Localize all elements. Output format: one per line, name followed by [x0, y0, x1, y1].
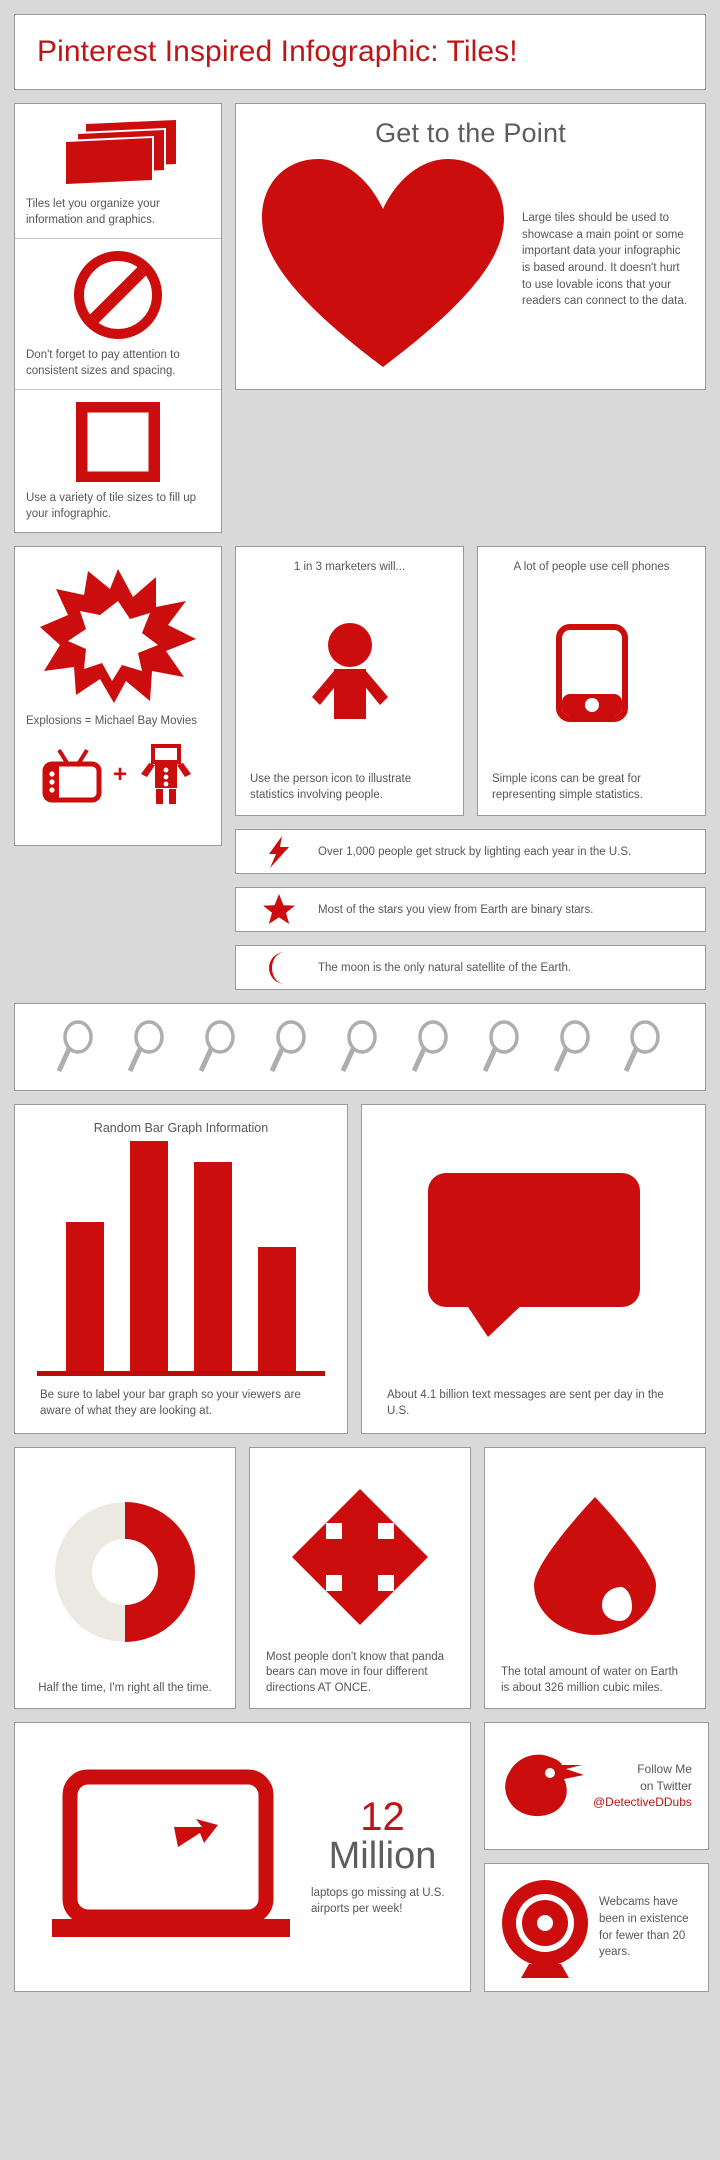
laptop-stat-number: 12 — [360, 1795, 405, 1840]
tile-speech-bubble[interactable]: About 4.1 billion text messages are sent… — [361, 1104, 706, 1435]
row-middle: Explosions = Michael Bay Movies + 1 in 3… — [14, 546, 706, 991]
tile-fact-moon[interactable]: The moon is the only natural satellite o… — [235, 945, 706, 991]
donut-chart-icon — [25, 1464, 225, 1680]
chart-title: Random Bar Graph Information — [93, 1121, 269, 1136]
row-two-up: 1 in 3 marketers will... Use the person … — [235, 546, 706, 817]
hero-title: Get to the Point — [375, 118, 566, 148]
left-column-top: Tiles let you organize your information … — [14, 103, 222, 534]
laptop-stat-unit: Million — [328, 1835, 437, 1878]
twitter-line-2: on Twitter — [640, 1778, 692, 1793]
chart-baseline-axis — [37, 1371, 325, 1377]
tile-fact-star[interactable]: Most of the stars you view from Earth ar… — [235, 887, 706, 933]
chart-plot-area — [29, 1141, 333, 1372]
laptop-icon — [31, 1769, 311, 1945]
tile-caption: Tiles let you organize your information … — [26, 198, 160, 226]
fact-text: Over 1,000 people get struck by lighting… — [318, 845, 632, 858]
tile-explosion[interactable]: Explosions = Michael Bay Movies + — [14, 546, 222, 847]
tile-fact-lightning[interactable]: Over 1,000 people get struck by lighting… — [235, 829, 706, 875]
tile-caption: Don't forget to pay attention to consist… — [26, 349, 180, 377]
fact-text: Most of the stars you view from Earth ar… — [318, 903, 594, 916]
magnifier-icon — [623, 1020, 663, 1074]
magnifier-icon — [553, 1020, 593, 1074]
explosion-icon — [38, 565, 198, 705]
laptop-stat-text: 12 Million laptops go missing at U.S. ai… — [311, 1797, 454, 1917]
tile-caption: Use the person icon to illustrate statis… — [250, 773, 412, 801]
infographic-page: Pinterest Inspired Infographic: Tiles! T… — [0, 0, 720, 2160]
magnifier-icon — [482, 1020, 522, 1074]
tile-twitter-follow[interactable]: Follow Me on Twitter @DetectiveDDubs — [484, 1722, 709, 1851]
twitter-handle[interactable]: @DetectiveDDubs — [593, 1795, 692, 1809]
no-entry-icon — [74, 251, 162, 340]
page-title: Pinterest Inspired Infographic: Tiles! — [37, 35, 518, 68]
middle-right-column: 1 in 3 marketers will... Use the person … — [235, 546, 706, 991]
person-icon — [304, 573, 396, 772]
row-hero: Tiles let you organize your information … — [14, 103, 706, 534]
four-direction-arrows-icon — [260, 1464, 460, 1649]
robot-icon — [137, 743, 195, 806]
square-outline-icon — [76, 402, 160, 483]
magnifier-icon — [269, 1020, 309, 1074]
explosion-column: Explosions = Michael Bay Movies + — [14, 546, 222, 990]
crescent-moon-icon — [250, 951, 308, 985]
chart-caption: Be sure to label your bar graph so your … — [40, 1389, 301, 1417]
tile-no-entry[interactable]: Don't forget to pay attention to consist… — [15, 238, 221, 389]
tile-bar-chart[interactable]: Random Bar Graph Information Be sure to … — [14, 1104, 348, 1435]
water-drop-icon — [495, 1464, 695, 1665]
tile-square-outline[interactable]: Use a variety of tile sizes to fill up y… — [15, 389, 221, 532]
tile-caption: Simple icons can be great for representi… — [492, 773, 643, 801]
hero-body: Large tiles should be used to showcase a… — [522, 211, 687, 308]
page-header: Pinterest Inspired Infographic: Tiles! — [14, 14, 706, 90]
webcam-icon — [497, 1878, 593, 1978]
tile-donut-chart[interactable]: Half the time, I'm right all the time. — [14, 1447, 236, 1710]
tile-stacked-tiles[interactable]: Tiles let you organize your information … — [15, 104, 221, 238]
smartphone-icon — [555, 573, 628, 772]
row-chart: Random Bar Graph Information Be sure to … — [14, 1104, 706, 1435]
stacked-tiles-icon — [58, 116, 178, 188]
magnifier-icon — [340, 1020, 380, 1074]
tile-caption: The total amount of water on Earth is ab… — [501, 1666, 679, 1694]
bottom-right-column: Follow Me on Twitter @DetectiveDDubs Web… — [484, 1722, 709, 1993]
tile-person-stat[interactable]: 1 in 3 marketers will... Use the person … — [235, 546, 464, 817]
chart-bar — [130, 1141, 168, 1372]
tile-caption: Explosions = Michael Bay Movies — [26, 715, 197, 728]
magnifier-icon — [411, 1020, 451, 1074]
row-three-up: Half the time, I'm right all the time. M… — [14, 1447, 706, 1710]
magnifier-icon — [198, 1020, 238, 1074]
chart-bar — [258, 1246, 296, 1372]
plus-operator: + — [112, 760, 127, 788]
tile-webcam-fact[interactable]: Webcams have been in existence for fewer… — [484, 1863, 709, 1993]
tv-plus-robot-equation: + — [41, 743, 195, 806]
tile-caption: Half the time, I'm right all the time. — [38, 1681, 212, 1694]
tile-caption: Use a variety of tile sizes to fill up y… — [26, 492, 197, 520]
tile-four-arrows[interactable]: Most people don't know that panda bears … — [249, 1447, 471, 1710]
star-icon — [250, 893, 308, 926]
tile-cellphone-stat[interactable]: A lot of people use cell phones Simple i… — [477, 546, 706, 817]
magnifier-icon — [127, 1020, 167, 1074]
speech-bubble-icon — [376, 1121, 691, 1388]
tile-top-label: A lot of people use cell phones — [513, 561, 670, 574]
tile-magnifier-band[interactable] — [14, 1003, 706, 1092]
lightning-bolt-icon — [250, 835, 308, 869]
hero-column: Get to the Point Large tiles should be u… — [235, 103, 706, 533]
tile-top-label: 1 in 3 marketers will... — [293, 561, 406, 574]
magnifier-icon — [56, 1020, 96, 1074]
webcam-caption: Webcams have been in existence for fewer… — [599, 1896, 689, 1959]
left-tiles-group: Tiles let you organize your information … — [14, 103, 222, 534]
chart-bar — [194, 1161, 232, 1372]
tv-icon — [41, 746, 103, 804]
row-bottom: 12 Million laptops go missing at U.S. ai… — [14, 1722, 709, 1993]
twitter-text: Follow Me on Twitter @DetectiveDDubs — [593, 1761, 696, 1811]
twitter-line-1: Follow Me — [637, 1761, 692, 1776]
fact-text: The moon is the only natural satellite o… — [318, 961, 572, 974]
tile-water-drop[interactable]: The total amount of water on Earth is ab… — [484, 1447, 706, 1710]
laptop-stat-caption: laptops go missing at U.S. airports per … — [311, 1886, 445, 1916]
tile-caption: About 4.1 billion text messages are sent… — [387, 1389, 664, 1417]
tile-laptop-stat[interactable]: 12 Million laptops go missing at U.S. ai… — [14, 1722, 471, 1993]
tile-get-to-the-point[interactable]: Get to the Point Large tiles should be u… — [235, 103, 706, 390]
chart-bar — [66, 1221, 104, 1372]
tile-caption: Most people don't know that panda bears … — [266, 1650, 445, 1694]
heart-icon — [252, 153, 514, 373]
bird-icon — [497, 1747, 593, 1825]
